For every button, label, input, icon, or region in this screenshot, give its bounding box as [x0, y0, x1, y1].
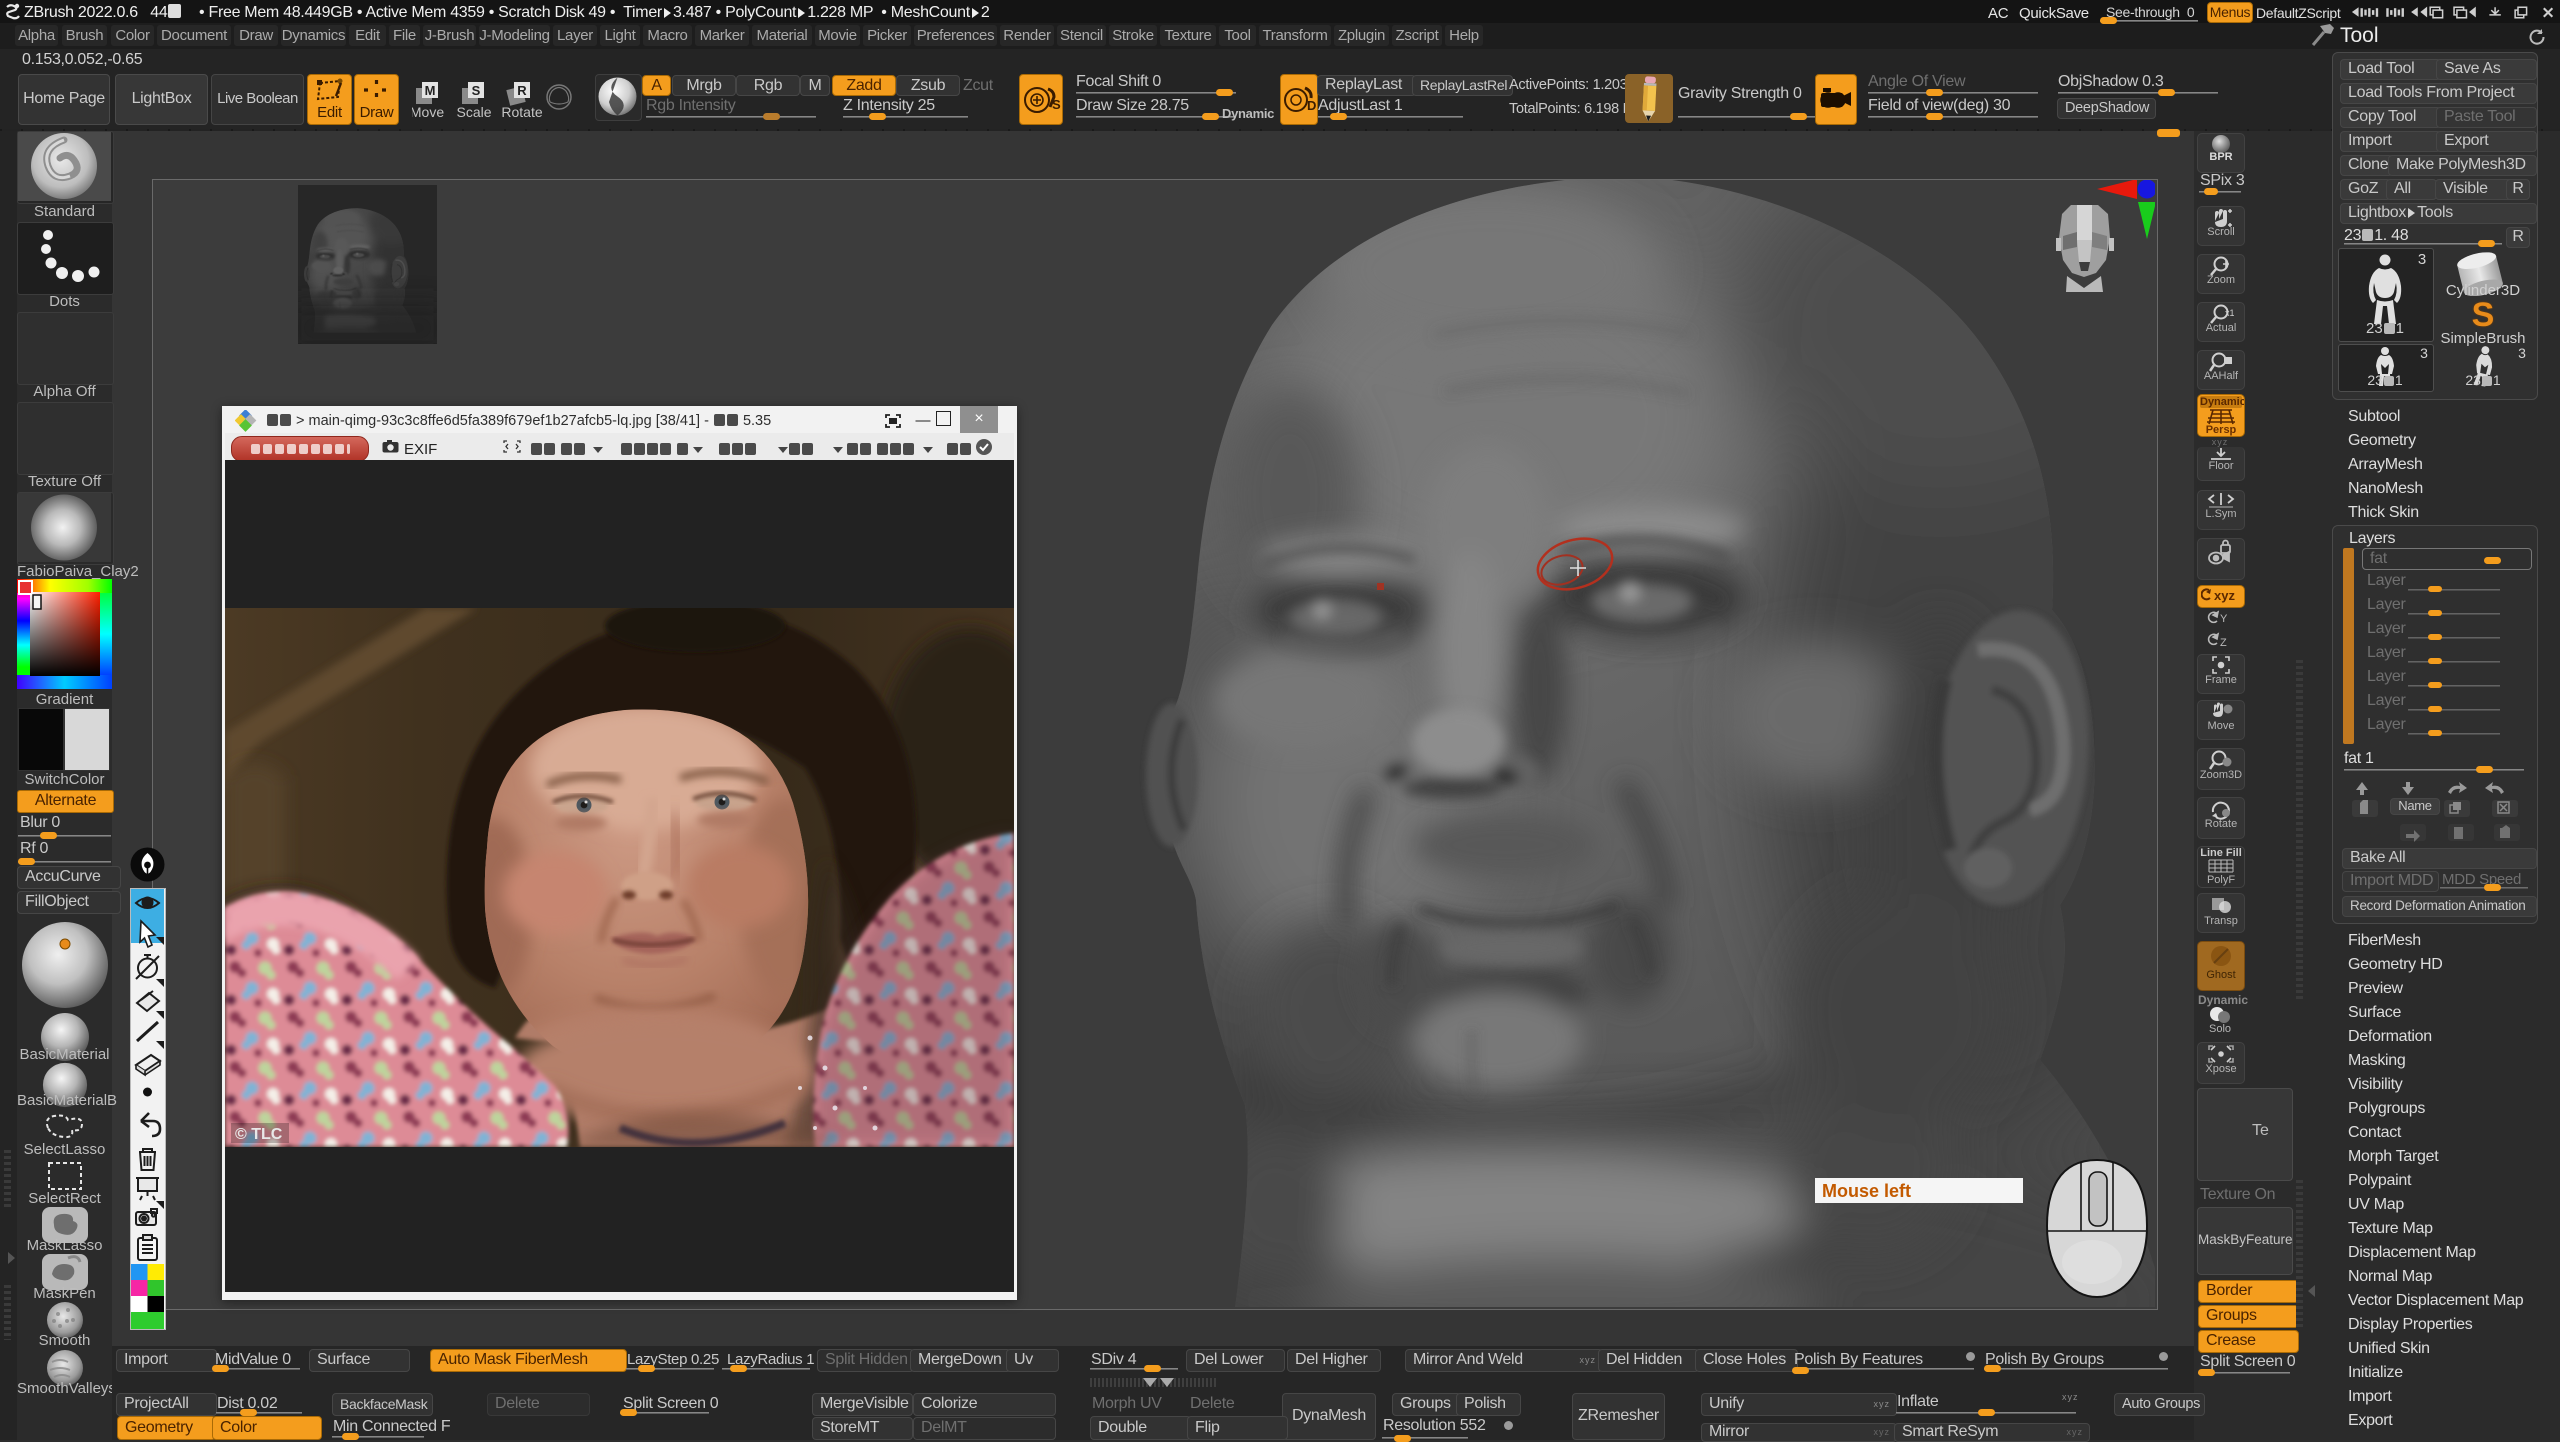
svg-text:S: S — [1052, 97, 1061, 112]
svg-text:xyz: xyz — [2214, 588, 2235, 603]
svg-text:Mouse left: Mouse left — [1822, 1181, 1911, 1201]
svg-text:Scale: Scale — [456, 104, 491, 120]
svg-text:Move: Move — [412, 104, 444, 120]
svg-text:Z: Z — [2220, 637, 2227, 649]
svg-text:S: S — [2472, 298, 2495, 332]
svg-text:S: S — [472, 83, 481, 98]
svg-text:M: M — [425, 83, 436, 98]
svg-text:D: D — [1307, 98, 1316, 113]
svg-text:x1: x1 — [2225, 308, 2234, 318]
svg-text:Y: Y — [2220, 613, 2228, 625]
svg-text:© TLC: © TLC — [235, 1126, 283, 1143]
svg-text:Rotate: Rotate — [501, 104, 542, 120]
svg-text:3: 3 — [2420, 345, 2428, 361]
svg-text:3: 3 — [2518, 345, 2526, 361]
svg-text:R: R — [517, 83, 527, 98]
svg-text:3: 3 — [2418, 251, 2426, 268]
